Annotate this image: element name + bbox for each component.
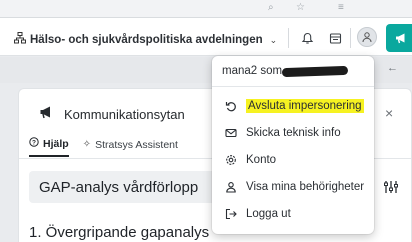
menu-item-end-impersonation[interactable]: Avsluta impersonering [212,93,374,119]
person-icon [224,180,238,194]
divider [350,28,351,48]
tab-help[interactable]: ? Hjälp [29,137,69,157]
browser-toolbar: ⌕ ☆ ≡ [0,0,412,18]
redaction-scribble [281,65,349,77]
extensions-icon[interactable]: ≡ [338,2,344,13]
undo-icon [224,99,238,113]
user-name-text: mana2 som [222,65,283,77]
chevron-down-icon: ⌄ [269,34,278,45]
tab-label: Stratsys Assistent [95,138,178,151]
search-icon[interactable]: ⌕ [268,2,274,13]
user-avatar-button[interactable] [357,27,377,47]
divider [288,28,289,48]
menu-item-send-tech-info[interactable]: Skicka teknisk info [212,120,374,146]
org-selector[interactable]: Hälso- och sjukvårdspolitiska avdelninge… [14,31,277,49]
menu-item-label: Skicka teknisk info [246,127,341,139]
menu-item-label: Avsluta impersonering [246,99,364,113]
user-name: mana2 som [222,65,349,77]
menu-item-logout[interactable]: Logga ut [212,201,374,227]
org-tree-icon [14,31,26,49]
logout-icon [224,207,238,221]
user-icon [362,32,372,43]
menu-item-label: Visa mina behörigheter [246,181,365,193]
megaphone-icon [396,33,405,44]
inbox-icon[interactable] [326,29,344,47]
mail-icon [224,126,238,140]
tab-label: Hjälp [43,137,69,150]
menu-item-show-permissions[interactable]: Visa mina behörigheter [212,174,374,200]
sliders-icon [384,181,398,193]
sparkle-icon: ✧ [82,139,92,150]
gear-icon [224,153,238,167]
divider [212,86,374,87]
star-icon[interactable]: ☆ [296,2,305,13]
settings-sliders-button[interactable] [377,173,405,201]
megaphone-icon [39,105,54,124]
bell-icon[interactable] [298,29,316,47]
close-icon[interactable]: × [385,105,393,121]
panel-title: Kommunikationsytan [64,107,185,122]
help-circle-icon: ? [29,137,39,150]
gap-analysis-title: GAP-analys vårdförlopp [39,178,199,196]
svg-text:?: ? [32,139,36,146]
arrow-left-icon[interactable]: ← [387,62,398,74]
communication-toggle-button[interactable] [386,24,412,52]
user-menu: mana2 som Avsluta impersonering Skicka t… [212,56,374,234]
panel-header: Kommunikationsytan [39,105,185,124]
menu-item-account[interactable]: Konto [212,147,374,173]
tab-stratsys-assistent[interactable]: ✧ Stratsys Assistent [83,137,178,157]
section-title: 1. Övergripande gapanalys [29,224,210,241]
menu-item-label: Logga ut [246,208,291,220]
org-selector-label: Hälso- och sjukvårdspolitiska avdelninge… [30,34,263,46]
app-header: Hälso- och sjukvårdspolitiska avdelninge… [0,18,412,56]
menu-item-label: Konto [246,154,277,166]
panel-tabs: ? Hjälp ✧ Stratsys Assistent [29,137,178,157]
